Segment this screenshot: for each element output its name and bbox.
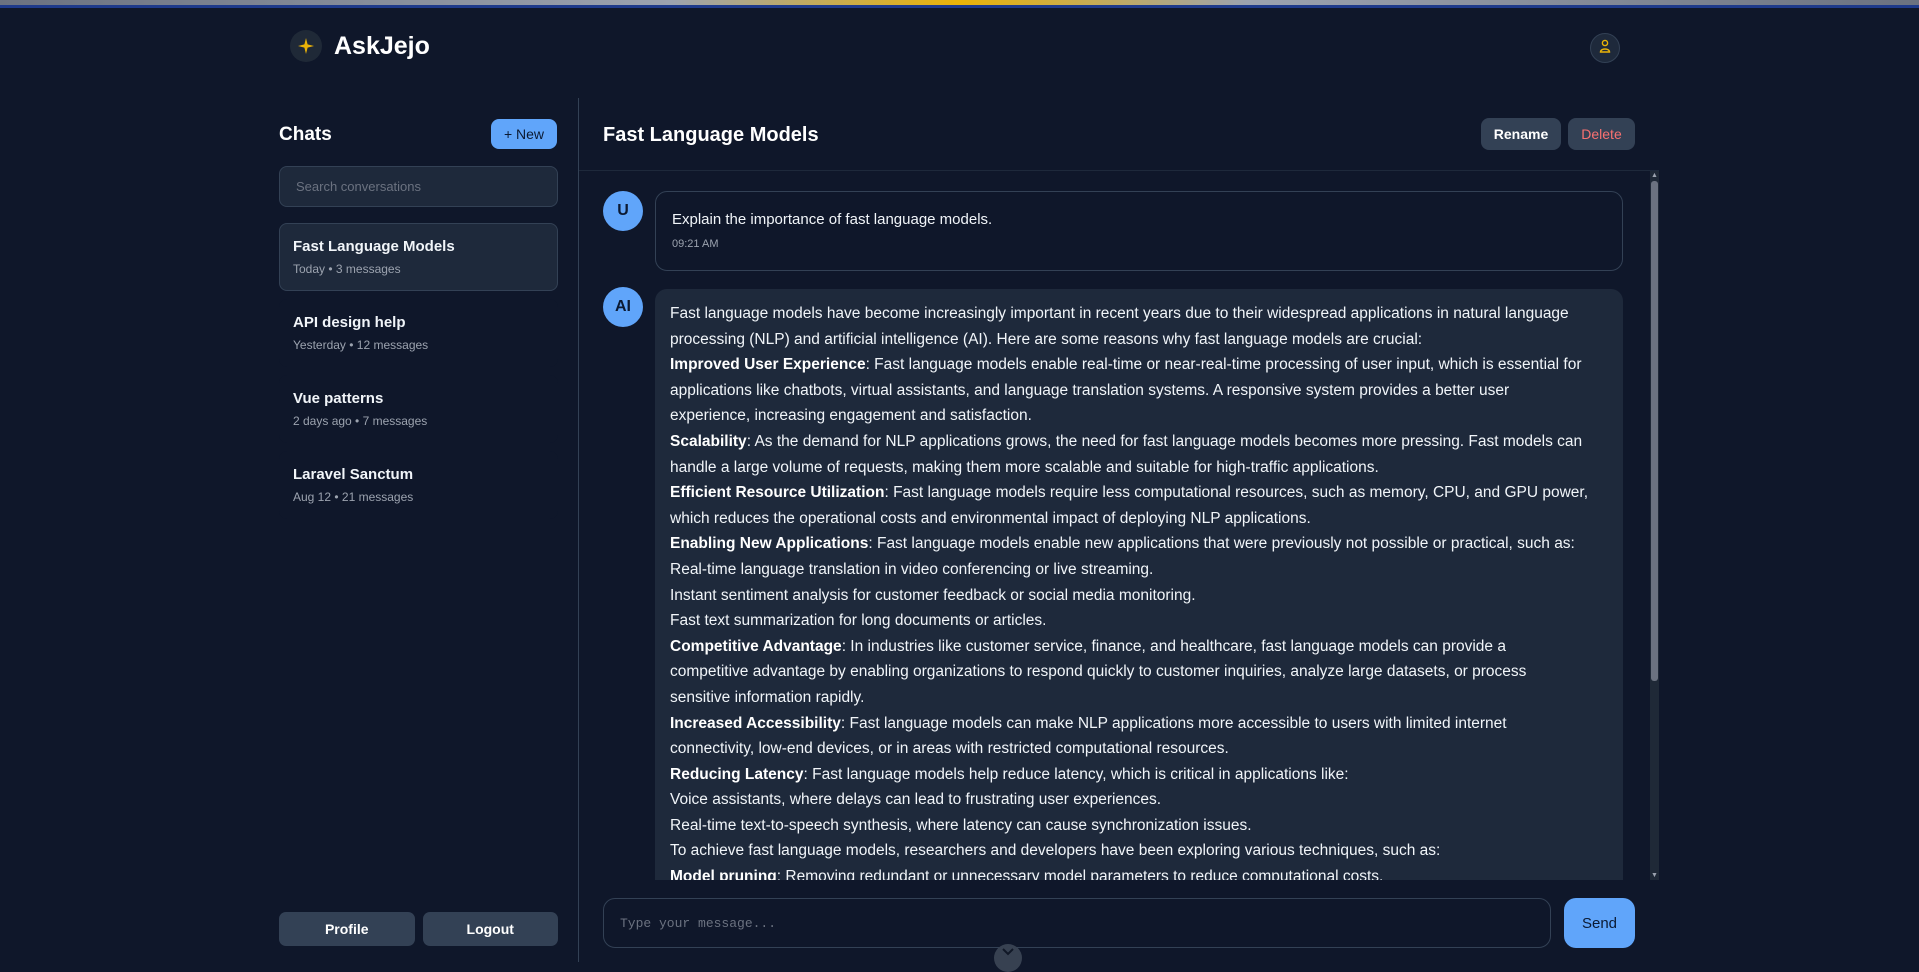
top-accent-bar <box>0 0 1919 8</box>
chevron-down-icon[interactable] <box>994 944 1022 972</box>
conversation-meta: Aug 12 • 21 messages <box>293 490 414 504</box>
ai-message: Fast language models have become increas… <box>655 289 1623 880</box>
message-line-bold: Scalability <box>670 432 747 450</box>
message-line-text: To achieve fast language models, researc… <box>670 842 1441 860</box>
message-line: applications like chatbots, virtual assi… <box>670 378 1608 404</box>
message-line: competitive advantage by enabling organi… <box>670 659 1608 685</box>
conversation-title: Laravel Sanctum <box>293 466 414 483</box>
message-line: Fast text summarization for long documen… <box>670 608 1608 634</box>
user-avatar: U <box>603 191 643 231</box>
message-line-text: : Fast language models help reduce laten… <box>803 765 1349 783</box>
message-line: Scalability: As the demand for NLP appli… <box>670 429 1608 455</box>
message-line: Reducing Latency: Fast language models h… <box>670 762 1608 788</box>
conversation-title: API design help <box>293 314 406 331</box>
message-line-text: : Fast language models enable new applic… <box>868 535 1575 553</box>
message-line-text: applications like chatbots, virtual assi… <box>670 381 1510 399</box>
scroll-down-icon[interactable]: ▼ <box>1650 871 1659 880</box>
user-message: Explain the importance of fast language … <box>655 191 1623 271</box>
message-line-text: Voice assistants, where delays can lead … <box>670 791 1162 809</box>
message-line: Efficient Resource Utilization: Fast lan… <box>670 480 1608 506</box>
conversation-item[interactable]: Vue patterns 2 days ago • 7 messages <box>279 375 558 443</box>
message-line-text: processing (NLP) and artificial intellig… <box>670 330 1423 348</box>
message-line-text: : As the demand for NLP applications gro… <box>746 432 1583 450</box>
message-text: Explain the importance of fast language … <box>672 211 993 228</box>
message-input[interactable] <box>603 898 1551 948</box>
message-line: sensitive information rapidly. <box>670 685 1608 711</box>
message-line: To achieve fast language models, researc… <box>670 838 1608 864</box>
message-line: experience, increasing engagement and sa… <box>670 403 1608 429</box>
message-line: Competitive Advantage: In industries lik… <box>670 634 1608 660</box>
message-line: processing (NLP) and artificial intellig… <box>670 327 1608 353</box>
message-line: handle a large volume of requests, makin… <box>670 455 1608 481</box>
message-line: Real-time language translation in video … <box>670 557 1608 583</box>
ai-message-body: Fast language models have become increas… <box>670 301 1608 880</box>
message-line-bold: Enabling New Applications <box>670 535 869 553</box>
send-button[interactable]: Send <box>1564 898 1635 948</box>
message-line-text: which reduces the operational costs and … <box>670 509 1311 527</box>
message-line: Instant sentiment analysis for customer … <box>670 583 1608 609</box>
conversation-item[interactable]: API design help Yesterday • 12 messages <box>279 299 558 367</box>
message-line-bold: Competitive Advantage <box>670 637 842 655</box>
message-line: Increased Accessibility: Fast language m… <box>670 711 1608 737</box>
message-time: 09:21 AM <box>672 238 719 250</box>
conversation-title: Vue patterns <box>293 390 384 407</box>
message-line-text: Real-time text-to-speech synthesis, wher… <box>670 816 1252 834</box>
conversation-meta: 2 days ago • 7 messages <box>293 414 428 428</box>
message-line-text: Fast text summarization for long documen… <box>670 612 1047 630</box>
conversation-title: Fast Language Models <box>293 238 455 255</box>
conversation-meta: Today • 3 messages <box>293 262 401 276</box>
message-line-text: : Fast language models can make NLP appl… <box>840 714 1507 732</box>
sidebar: Chats + New Fast Language Models Today •… <box>279 98 558 962</box>
message-line-text: competitive advantage by enabling organi… <box>670 663 1527 681</box>
sidebar-title: Chats <box>279 124 332 145</box>
user-menu-button[interactable] <box>1590 33 1620 63</box>
message-line-text: Real-time language translation in video … <box>670 560 1154 578</box>
message-list[interactable]: U Explain the importance of fast languag… <box>579 171 1650 880</box>
sidebar-footer: Profile Logout <box>279 912 558 946</box>
message-line-bold: Reducing Latency <box>670 765 804 783</box>
scroll-thumb[interactable] <box>1651 181 1658 681</box>
message-line-bold: Improved User Experience <box>670 356 866 374</box>
logout-button[interactable]: Logout <box>422 912 558 946</box>
user-icon <box>1599 39 1611 58</box>
conversation-item[interactable]: Fast Language Models Today • 3 messages <box>279 223 558 291</box>
sparkle-icon <box>290 30 322 62</box>
message-line-text: sensitive information rapidly. <box>670 688 865 706</box>
message-line-text: : Removing redundant or unnecessary mode… <box>776 868 1384 880</box>
conversation-list: Fast Language Models Today • 3 messages … <box>279 223 558 527</box>
ai-avatar: AI <box>603 287 643 327</box>
message-scrollbar[interactable]: ▲ ▼ <box>1650 171 1659 880</box>
app-name: AskJejo <box>334 31 430 60</box>
message-line-text: : In industries like customer service, f… <box>841 637 1506 655</box>
message-line: which reduces the operational costs and … <box>670 506 1608 532</box>
message-line-bold: Efficient Resource Utilization <box>670 484 885 502</box>
message-line-text: Instant sentiment analysis for customer … <box>670 586 1196 604</box>
message-line: Fast language models have become increas… <box>670 301 1608 327</box>
message-line: connectivity, low-end devices, or in are… <box>670 736 1608 762</box>
chat-title: Fast Language Models <box>603 124 819 146</box>
message-line-text: : Fast language models require less comp… <box>884 484 1589 502</box>
message-line: Model pruning: Removing redundant or unn… <box>670 864 1608 880</box>
message-line-bold: Increased Accessibility <box>670 714 841 732</box>
message-line: Improved User Experience: Fast language … <box>670 352 1608 378</box>
message-line: Voice assistants, where delays can lead … <box>670 787 1608 813</box>
message-line-bold: Model pruning <box>670 868 777 880</box>
message-line-text: experience, increasing engagement and sa… <box>670 407 1032 425</box>
profile-button[interactable]: Profile <box>279 912 415 946</box>
message-line-text: connectivity, low-end devices, or in are… <box>670 740 1229 758</box>
message-line: Enabling New Applications: Fast language… <box>670 531 1608 557</box>
conversation-meta: Yesterday • 12 messages <box>293 338 429 352</box>
message-line-text: : Fast language models enable real-time … <box>865 356 1582 374</box>
new-chat-button[interactable]: + New <box>491 119 557 149</box>
message-line-text: Fast language models have become increas… <box>670 305 1569 322</box>
message-line-text: handle a large volume of requests, makin… <box>670 458 1379 476</box>
brand[interactable]: AskJejo <box>290 30 430 62</box>
scroll-up-icon[interactable]: ▲ <box>1650 171 1659 180</box>
delete-button[interactable]: Delete <box>1568 118 1635 150</box>
conversation-item[interactable]: Laravel Sanctum Aug 12 • 21 messages <box>279 451 558 519</box>
rename-button[interactable]: Rename <box>1481 118 1561 150</box>
message-line: Real-time text-to-speech synthesis, wher… <box>670 813 1608 839</box>
search-input[interactable] <box>279 166 558 207</box>
